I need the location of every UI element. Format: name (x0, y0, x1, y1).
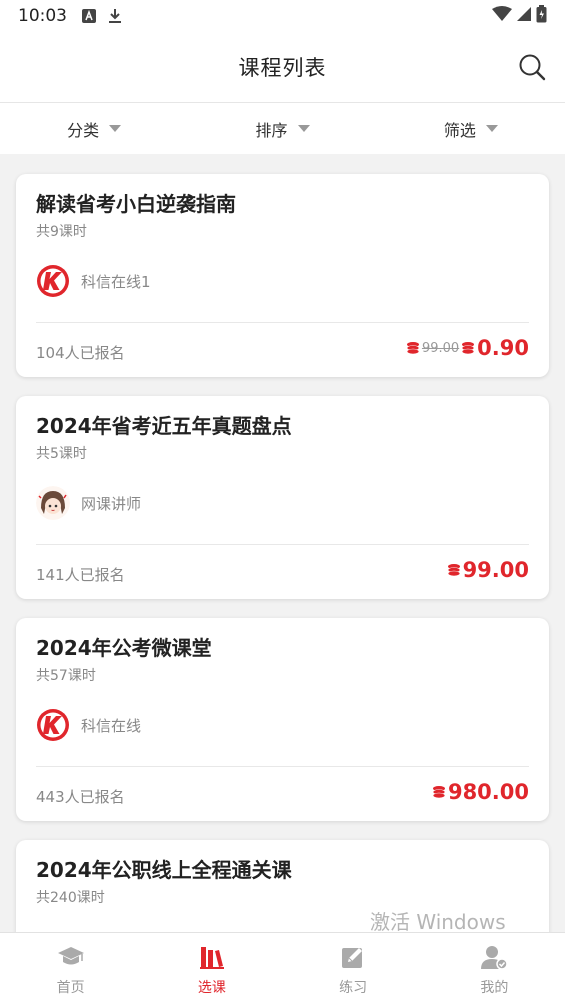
graduation-cap-icon (57, 943, 85, 971)
filter-bar: 分类 排序 筛选 (0, 102, 565, 154)
app-notification-icon (81, 8, 97, 24)
teacher-name: 科信在线1 (81, 272, 151, 291)
kexin-logo-icon (36, 264, 70, 298)
filter-label: 筛选 (443, 120, 476, 140)
caret-down-icon (485, 125, 498, 132)
course-card[interactable]: 2024年省考近五年真题盘点 共5课时 网课讲师 141人已报名 99.00 (16, 396, 549, 599)
course-teacher: 科信在线 (36, 708, 141, 742)
caret-down-icon (109, 125, 122, 132)
teacher-name: 网课讲师 (81, 494, 142, 513)
tab-mine[interactable]: 我的 (424, 933, 565, 1004)
course-price: 99.00 0.90 (406, 336, 529, 360)
coin-icon (447, 564, 460, 577)
search-button[interactable] (517, 52, 547, 82)
user-icon (480, 943, 509, 971)
tab-label: 首页 (56, 980, 85, 996)
coin-icon (406, 342, 420, 355)
wifi-icon (492, 5, 512, 27)
course-title: 解读省考小白逆袭指南 (36, 192, 236, 216)
course-card[interactable]: 2024年公考微课堂 共57课时 科信在线 443人已报名 980.00 (16, 618, 549, 821)
enrolled-count: 141人已报名 (36, 566, 125, 584)
course-price: 980.00 (432, 780, 529, 804)
card-divider (36, 766, 529, 767)
page-title: 课程列表 (238, 56, 327, 80)
current-price: 99.00 (462, 558, 529, 582)
tab-label: 练习 (339, 980, 368, 996)
filter-sort[interactable]: 排序 (188, 103, 376, 154)
status-bar: 10:03 (0, 0, 565, 32)
current-price: 0.90 (477, 336, 529, 360)
tab-label: 选课 (197, 980, 226, 996)
course-card[interactable]: 解读省考小白逆袭指南 共9课时 科信在线1 104人已报名 99.00 0.90 (16, 174, 549, 377)
course-teacher: 网课讲师 (36, 486, 141, 520)
card-divider (36, 544, 529, 545)
course-lessons: 共240课时 (36, 890, 105, 906)
kexin-logo-icon (36, 708, 70, 742)
filter-category[interactable]: 分类 (0, 103, 188, 154)
filter-label: 排序 (255, 120, 288, 140)
search-icon (519, 54, 546, 81)
girl-avatar-icon (36, 486, 70, 520)
bottom-tab-bar: 首页 选课 练习 我的 (0, 932, 565, 1004)
filter-screen[interactable]: 筛选 (377, 103, 565, 154)
course-title: 2024年公考微课堂 (36, 636, 212, 660)
caret-down-icon (297, 125, 310, 132)
signal-icon (516, 6, 532, 27)
tab-label: 我的 (480, 980, 509, 996)
enrolled-count: 104人已报名 (36, 344, 125, 362)
coin-icon (432, 786, 446, 799)
status-time: 10:03 (18, 6, 67, 26)
teacher-name: 科信在线 (81, 716, 142, 735)
tab-practice[interactable]: 练习 (283, 933, 424, 1004)
course-price: 99.00 (447, 558, 529, 582)
current-price: 980.00 (447, 780, 529, 804)
tab-home[interactable]: 首页 (0, 933, 141, 1004)
tab-courses[interactable]: 选课 (141, 933, 282, 1004)
app-header: 课程列表 (0, 32, 565, 102)
battery-icon (536, 4, 547, 28)
course-lessons: 共5课时 (36, 446, 87, 462)
card-divider (36, 322, 529, 323)
filter-label: 分类 (67, 120, 100, 140)
course-title: 2024年省考近五年真题盘点 (36, 414, 292, 438)
course-lessons: 共57课时 (36, 668, 96, 684)
download-icon (107, 8, 123, 24)
coin-icon (461, 342, 475, 355)
original-price: 99.00 (421, 340, 460, 356)
books-icon (198, 943, 226, 971)
edit-icon (339, 943, 367, 971)
enrolled-count: 443人已报名 (36, 788, 125, 806)
course-title: 2024年公职线上全程通关课 (36, 858, 292, 882)
course-teacher: 科信在线1 (36, 264, 151, 298)
course-lessons: 共9课时 (36, 224, 87, 240)
